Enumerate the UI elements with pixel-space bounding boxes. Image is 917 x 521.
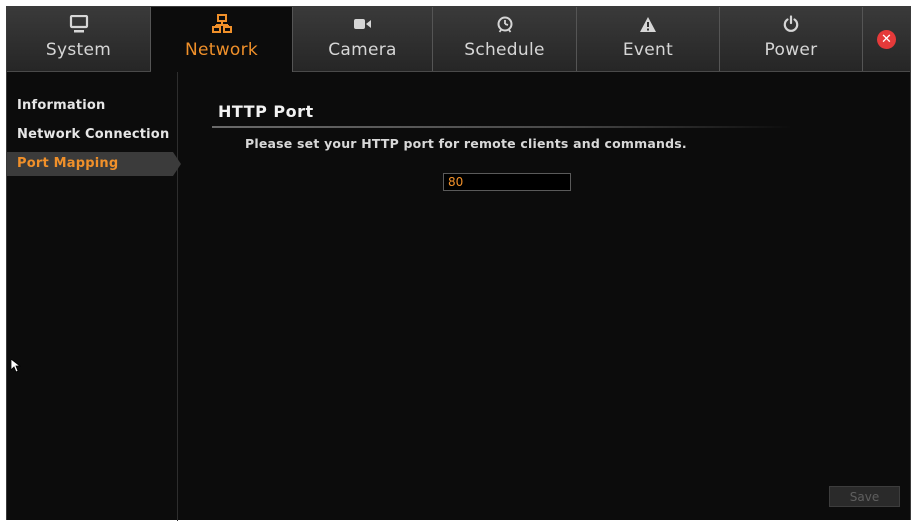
tab-power[interactable]: Power (720, 7, 863, 71)
section-title: HTTP Port (218, 102, 314, 121)
power-icon (720, 14, 862, 34)
monitor-icon (7, 14, 150, 34)
save-button[interactable]: Save (829, 486, 900, 507)
settings-window: System Network Camera Schedule Event Pow… (6, 6, 911, 521)
mouse-cursor-icon (10, 358, 22, 377)
network-icon (151, 14, 292, 34)
tab-system[interactable]: System (7, 7, 151, 71)
top-tab-bar: System Network Camera Schedule Event Pow… (7, 7, 910, 72)
close-button[interactable]: ✕ (863, 7, 910, 71)
camera-icon (293, 14, 432, 34)
sidebar-item-information[interactable]: Information (7, 94, 177, 118)
tab-label: System (45, 40, 112, 60)
section-description: Please set your HTTP port for remote cli… (245, 136, 687, 151)
schedule-icon (433, 14, 576, 34)
title-divider (212, 126, 792, 128)
tab-label: Network (184, 40, 259, 60)
http-port-input[interactable] (443, 173, 571, 191)
close-icon: ✕ (877, 29, 896, 49)
tab-label: Camera (328, 40, 397, 60)
sidebar-item-network-connection[interactable]: Network Connection (7, 123, 177, 147)
tab-label: Event (622, 40, 674, 60)
network-submenu: Information Network Connection Port Mapp… (7, 72, 181, 521)
tab-network[interactable]: Network (151, 7, 293, 72)
tab-label: Schedule (464, 40, 545, 60)
warning-icon (577, 14, 719, 34)
tab-schedule[interactable]: Schedule (433, 7, 577, 71)
tab-camera[interactable]: Camera (293, 7, 433, 71)
tab-event[interactable]: Event (577, 7, 720, 71)
tab-label: Power (764, 40, 818, 60)
sidebar-item-port-mapping[interactable]: Port Mapping (7, 152, 181, 176)
